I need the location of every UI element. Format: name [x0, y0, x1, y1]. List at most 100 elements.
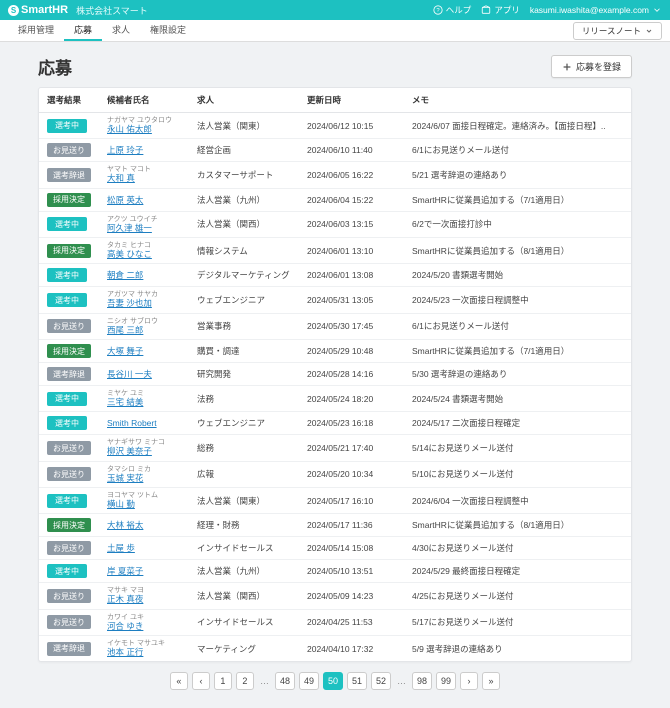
- candidate-link[interactable]: 玉城 実花: [107, 474, 143, 483]
- job-cell: 情報システム: [189, 238, 299, 264]
- status-badge: 採用決定: [47, 344, 91, 358]
- table-row[interactable]: お見送りタマシロ ミカ玉城 実花広報2024/05/20 10:345/10にお…: [39, 461, 631, 487]
- header-right: ? ヘルプ アプリ kasumi.iwashita@example.com: [433, 4, 662, 16]
- table-row[interactable]: お見送りカワイ ユキ河合 ゆきインサイドセールス2024/04/25 11:53…: [39, 609, 631, 635]
- candidate-link[interactable]: 吾妻 沙也加: [107, 299, 152, 308]
- product-logo[interactable]: S SmartHR: [8, 4, 68, 16]
- table-row[interactable]: 選考中Smith Robertウェブエンジニア2024/05/23 16:182…: [39, 412, 631, 435]
- table-row[interactable]: 選考辞退イケモト マサユキ池本 正行マーケティング2024/04/10 17:3…: [39, 636, 631, 662]
- tab-0[interactable]: 採用管理: [8, 20, 64, 41]
- page-first-button[interactable]: «: [170, 672, 188, 690]
- updated-cell: 2024/06/10 11:40: [299, 139, 404, 162]
- table-row[interactable]: 選考中アガツマ サヤカ吾妻 沙也加ウェブエンジニア2024/05/31 13:0…: [39, 287, 631, 313]
- page-number-button[interactable]: 50: [323, 672, 343, 690]
- tab-3[interactable]: 権限設定: [140, 20, 196, 41]
- table-row[interactable]: お見送りマサキ マヨ正木 真夜法人営業（関西）2024/05/09 14:234…: [39, 583, 631, 609]
- user-menu[interactable]: kasumi.iwashita@example.com: [530, 5, 662, 15]
- candidate-link[interactable]: 永山 佑太郎: [107, 125, 152, 134]
- page-number-button[interactable]: 51: [347, 672, 367, 690]
- page-number-button[interactable]: 52: [371, 672, 391, 690]
- table-row[interactable]: 採用決定大塚 舞子購買・調達2024/05/29 10:48SmartHRに従業…: [39, 340, 631, 363]
- table-row[interactable]: お見送り上原 玲子経営企画2024/06/10 11:406/1にお見送りメール…: [39, 139, 631, 162]
- status-badge: 選考辞退: [47, 642, 91, 656]
- candidate-link[interactable]: 岸 夏菜子: [107, 567, 143, 576]
- candidate-link[interactable]: 横山 勤: [107, 500, 135, 509]
- table-row[interactable]: 採用決定松原 英太法人営業（九州）2024/06/04 15:22SmartHR…: [39, 188, 631, 211]
- page-prev-button[interactable]: ‹: [192, 672, 210, 690]
- table-row[interactable]: 選考中朝倉 二郎デジタルマーケティング2024/06/01 13:082024/…: [39, 264, 631, 287]
- table-row[interactable]: 選考中ヨコヤマ ツトム横山 勤法人営業（関東）2024/05/17 16:102…: [39, 488, 631, 514]
- candidate-link[interactable]: 上原 玲子: [107, 146, 143, 155]
- candidate-kana: ヤナギサワ ミナコ: [107, 439, 181, 446]
- candidate-link[interactable]: 朝倉 二郎: [107, 271, 143, 280]
- register-button-label: 応募を登録: [576, 60, 621, 73]
- global-header: S SmartHR 株式会社スマート ? ヘルプ アプリ kasumi.iwas…: [0, 0, 670, 20]
- candidate-link[interactable]: 大和 真: [107, 174, 135, 183]
- page-number-button[interactable]: 48: [275, 672, 295, 690]
- release-notes-button[interactable]: リリースノート: [573, 22, 662, 40]
- job-cell: 法務: [189, 386, 299, 412]
- page-number-button[interactable]: 99: [436, 672, 456, 690]
- candidate-link[interactable]: 池本 正行: [107, 648, 143, 657]
- page-ellipsis: …: [395, 672, 408, 690]
- candidate-link[interactable]: 長谷川 一夫: [107, 370, 152, 379]
- status-badge: 選考辞退: [47, 367, 91, 381]
- table-row[interactable]: 選考辞退ヤマト マコト大和 真カスタマーサポート2024/06/05 16:22…: [39, 162, 631, 188]
- status-badge: 選考中: [47, 494, 87, 508]
- page-number-button[interactable]: 98: [412, 672, 432, 690]
- tab-2[interactable]: 求人: [102, 20, 140, 41]
- svg-text:?: ?: [436, 8, 440, 14]
- col-candidate[interactable]: 候補者氏名: [99, 88, 189, 113]
- candidate-link[interactable]: 河合 ゆき: [107, 622, 143, 631]
- table-row[interactable]: 選考中アクツ ユウイチ阿久津 雄一法人営業（関西）2024/06/03 13:1…: [39, 211, 631, 237]
- candidate-kana: タマシロ ミカ: [107, 466, 181, 473]
- register-application-button[interactable]: 応募を登録: [551, 55, 632, 78]
- memo-cell: 2024/5/20 書類選考開始: [404, 264, 631, 287]
- candidate-link[interactable]: 西尾 三郎: [107, 326, 143, 335]
- col-job[interactable]: 求人: [189, 88, 299, 113]
- apps-link[interactable]: アプリ: [481, 4, 520, 16]
- candidate-link[interactable]: Smith Robert: [107, 419, 157, 428]
- candidate-link[interactable]: 松原 英太: [107, 196, 143, 205]
- col-updated[interactable]: 更新日時: [299, 88, 404, 113]
- page-number-button[interactable]: 1: [214, 672, 232, 690]
- candidate-link[interactable]: 大林 裕太: [107, 521, 143, 530]
- table-row[interactable]: お見送り土屋 歩インサイドセールス2024/05/14 15:084/30にお見…: [39, 537, 631, 560]
- tab-1[interactable]: 応募: [64, 20, 102, 41]
- page-next-button[interactable]: ›: [460, 672, 478, 690]
- col-status[interactable]: 選考結果: [39, 88, 99, 113]
- status-badge: お見送り: [47, 615, 91, 629]
- main-content: 応募 応募を登録 選考結果 候補者氏名 求人 更新日時 メモ 選考中ナガヤマ ユ…: [0, 42, 670, 708]
- table-row[interactable]: 採用決定大林 裕太経理・財務2024/05/17 11:36SmartHRに従業…: [39, 514, 631, 537]
- page-last-button[interactable]: »: [482, 672, 500, 690]
- status-badge: 選考中: [47, 119, 87, 133]
- table-row[interactable]: お見送りヤナギサワ ミナコ柳沢 美奈子総務2024/05/21 17:405/1…: [39, 435, 631, 461]
- candidate-link[interactable]: 正木 真夜: [107, 595, 143, 604]
- job-cell: 総務: [189, 435, 299, 461]
- col-memo[interactable]: メモ: [404, 88, 631, 113]
- page-number-button[interactable]: 49: [299, 672, 319, 690]
- memo-cell: 6/1にお見送りメール送付: [404, 313, 631, 339]
- candidate-link[interactable]: 阿久津 雄一: [107, 224, 152, 233]
- table-row[interactable]: 採用決定タカミ ヒナコ高美 ひなこ情報システム2024/06/01 13:10S…: [39, 238, 631, 264]
- memo-cell: SmartHRに従業員追加する（8/1適用日）: [404, 514, 631, 537]
- table-row[interactable]: 選考中岸 夏菜子法人営業（九州）2024/05/10 13:512024/5/2…: [39, 560, 631, 583]
- status-badge: 選考中: [47, 268, 87, 282]
- job-cell: ウェブエンジニア: [189, 287, 299, 313]
- table-row[interactable]: 選考中ミヤケ ユミ三宅 結美法務2024/05/24 18:202024/5/2…: [39, 386, 631, 412]
- table-row[interactable]: お見送りニシオ サブロウ西尾 三郎営業事務2024/05/30 17:456/1…: [39, 313, 631, 339]
- help-link[interactable]: ? ヘルプ: [433, 4, 472, 16]
- candidate-link[interactable]: 三宅 結美: [107, 398, 143, 407]
- table-row[interactable]: 選考辞退長谷川 一夫研究開発2024/05/28 14:165/30 選考辞退の…: [39, 363, 631, 386]
- job-cell: デジタルマーケティング: [189, 264, 299, 287]
- candidate-link[interactable]: 高美 ひなこ: [107, 250, 152, 259]
- table-row[interactable]: 選考中ナガヤマ ユウタロウ永山 佑太郎法人営業（関東）2024/06/12 10…: [39, 113, 631, 139]
- job-cell: インサイドセールス: [189, 537, 299, 560]
- candidate-link[interactable]: 大塚 舞子: [107, 347, 143, 356]
- status-badge: お見送り: [47, 143, 91, 157]
- status-badge: お見送り: [47, 319, 91, 333]
- candidate-link[interactable]: 土屋 歩: [107, 544, 135, 553]
- candidate-link[interactable]: 柳沢 美奈子: [107, 447, 152, 456]
- job-cell: 購買・調達: [189, 340, 299, 363]
- page-number-button[interactable]: 2: [236, 672, 254, 690]
